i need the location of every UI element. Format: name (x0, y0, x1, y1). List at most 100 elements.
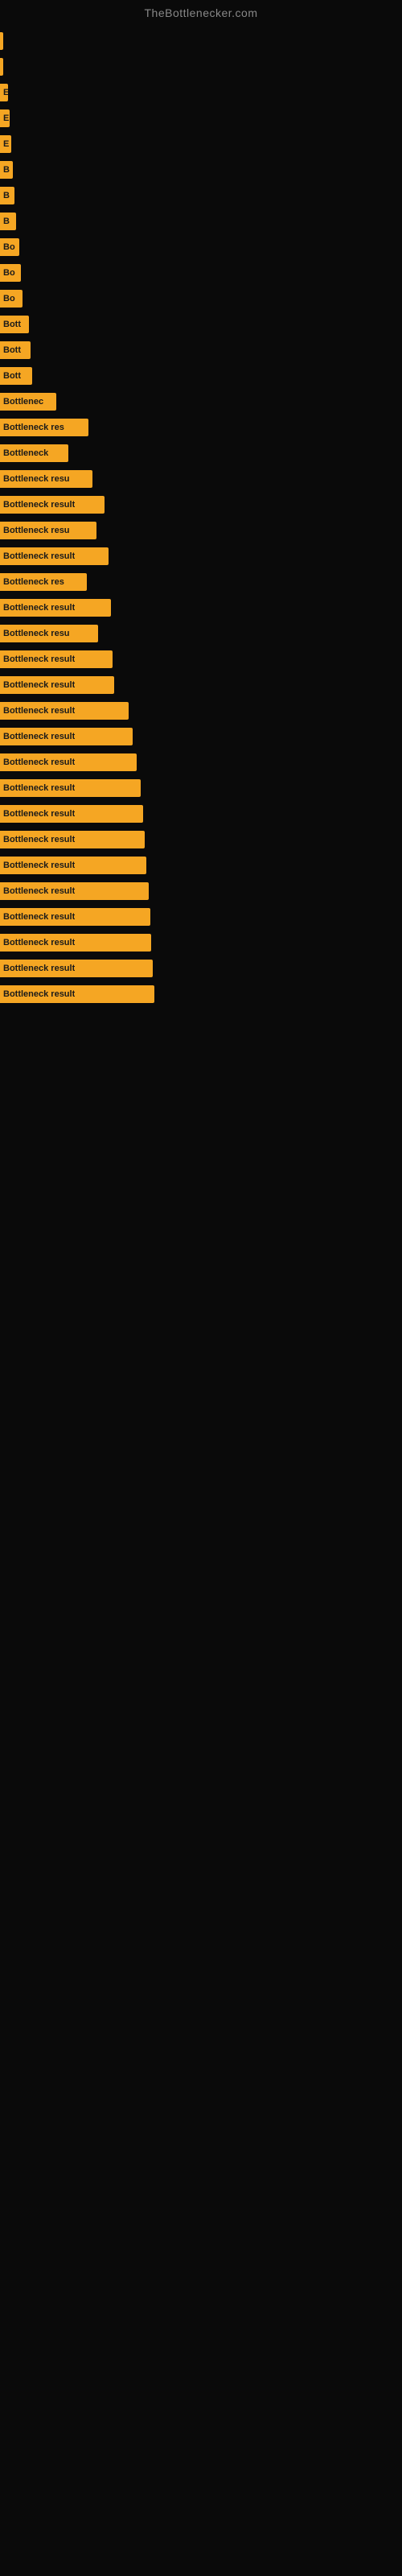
bar-label: Bottlenec (3, 397, 43, 407)
bar-fill: B (0, 187, 14, 204)
bar-label: Bottleneck resu (3, 526, 70, 535)
bar-row: E (0, 82, 402, 103)
bar-label: Bo (3, 294, 15, 303)
bar-label: Bottleneck result (3, 835, 75, 844)
bar-row: Bottlenec (0, 391, 402, 412)
bar-fill: Bott (0, 367, 32, 385)
bar-fill: E (0, 135, 11, 153)
bar-label: Bottleneck result (3, 680, 75, 690)
bar-label: Bottleneck resu (3, 629, 70, 638)
bar-label: Bottleneck result (3, 964, 75, 973)
bar-fill: Bottleneck result (0, 831, 145, 848)
bar-fill: Bottleneck result (0, 985, 154, 1003)
bar-label: E (3, 139, 9, 149)
bar-row: Bott (0, 340, 402, 361)
bar-row: Bo (0, 288, 402, 309)
bar-fill: Bott (0, 341, 31, 359)
bar-fill (0, 32, 3, 50)
bar-fill: Bo (0, 264, 21, 282)
bar-row (0, 56, 402, 77)
bar-label: Bottleneck result (3, 938, 75, 947)
bar-label: B (3, 165, 10, 175)
bar-label: Bottleneck result (3, 732, 75, 741)
bar-row: Bott (0, 365, 402, 386)
bar-fill: Bottleneck result (0, 547, 109, 565)
bar-row: Bottleneck result (0, 649, 402, 670)
bar-row (0, 31, 402, 52)
bar-label: Bottleneck result (3, 551, 75, 561)
bar-label: Bottleneck result (3, 706, 75, 716)
bar-row: Bottleneck (0, 443, 402, 464)
bar-label: Bott (3, 345, 21, 355)
bar-label: Bottleneck result (3, 783, 75, 793)
bar-label: Bo (3, 268, 15, 278)
bar-fill: Bott (0, 316, 29, 333)
bar-fill: Bottleneck resu (0, 470, 92, 488)
bar-label: Bott (3, 320, 21, 329)
bar-row: B (0, 185, 402, 206)
bar-label: Bottleneck result (3, 886, 75, 896)
bar-fill: Bottleneck resu (0, 522, 96, 539)
bar-row: Bottleneck resu (0, 469, 402, 489)
bar-fill: Bo (0, 238, 19, 256)
bar-row: B (0, 211, 402, 232)
bar-fill: Bottleneck result (0, 805, 143, 823)
bar-fill (0, 58, 3, 76)
bar-fill: Bottleneck resu (0, 625, 98, 642)
bar-label: Bottleneck res (3, 423, 64, 432)
bar-fill: Bottleneck res (0, 573, 87, 591)
bar-row: B (0, 159, 402, 180)
bar-row: Bottleneck res (0, 417, 402, 438)
bar-label: Bottleneck result (3, 654, 75, 664)
bar-row: Bottleneck res (0, 572, 402, 592)
site-title: TheBottlenecker.com (0, 0, 402, 23)
bar-row: Bottleneck result (0, 546, 402, 567)
bar-fill: Bottleneck result (0, 960, 153, 977)
bar-row: Bottleneck result (0, 778, 402, 799)
bar-row: Bottleneck result (0, 752, 402, 773)
bar-label: Bottleneck result (3, 861, 75, 870)
bar-fill: Bottleneck result (0, 676, 114, 694)
bar-row: Bottleneck result (0, 700, 402, 721)
bar-row: Bottleneck result (0, 597, 402, 618)
bar-row: Bottleneck result (0, 675, 402, 696)
bar-fill: Bottleneck res (0, 419, 88, 436)
bar-row: Bo (0, 237, 402, 258)
bar-fill: Bottleneck result (0, 882, 149, 900)
bar-label: Bottleneck result (3, 809, 75, 819)
bar-fill: B (0, 213, 16, 230)
bar-fill: Bottleneck result (0, 650, 113, 668)
bar-row: Bottleneck result (0, 958, 402, 979)
bar-row: E (0, 108, 402, 129)
bar-row: E (0, 134, 402, 155)
bar-label: Bottleneck result (3, 758, 75, 767)
bar-row: Bottleneck result (0, 984, 402, 1005)
bar-row: Bottleneck result (0, 829, 402, 850)
bar-fill: Bottlenec (0, 393, 56, 411)
bar-row: Bo (0, 262, 402, 283)
bar-fill: Bottleneck result (0, 728, 133, 745)
bar-fill: Bottleneck (0, 444, 68, 462)
bar-label: Bott (3, 371, 21, 381)
bar-fill: E (0, 109, 10, 127)
bar-label: Bottleneck result (3, 500, 75, 510)
bar-label: E (3, 114, 9, 123)
bar-label: Bottleneck (3, 448, 48, 458)
bar-label: Bottleneck res (3, 577, 64, 587)
bar-label: Bo (3, 242, 15, 252)
bar-fill: B (0, 161, 13, 179)
bar-label: Bottleneck result (3, 603, 75, 613)
bar-row: Bottleneck result (0, 906, 402, 927)
bar-fill: Bottleneck result (0, 753, 137, 771)
bar-row: Bottleneck resu (0, 520, 402, 541)
bar-label: Bottleneck result (3, 912, 75, 922)
bar-row: Bottleneck result (0, 726, 402, 747)
bar-row: Bottleneck resu (0, 623, 402, 644)
bar-row: Bottleneck result (0, 494, 402, 515)
bar-fill: Bottleneck result (0, 496, 105, 514)
bar-label: E (3, 88, 8, 97)
bar-label: Bottleneck resu (3, 474, 70, 484)
bar-row: Bottleneck result (0, 803, 402, 824)
bar-fill: Bottleneck result (0, 934, 151, 952)
bar-fill: Bottleneck result (0, 599, 111, 617)
